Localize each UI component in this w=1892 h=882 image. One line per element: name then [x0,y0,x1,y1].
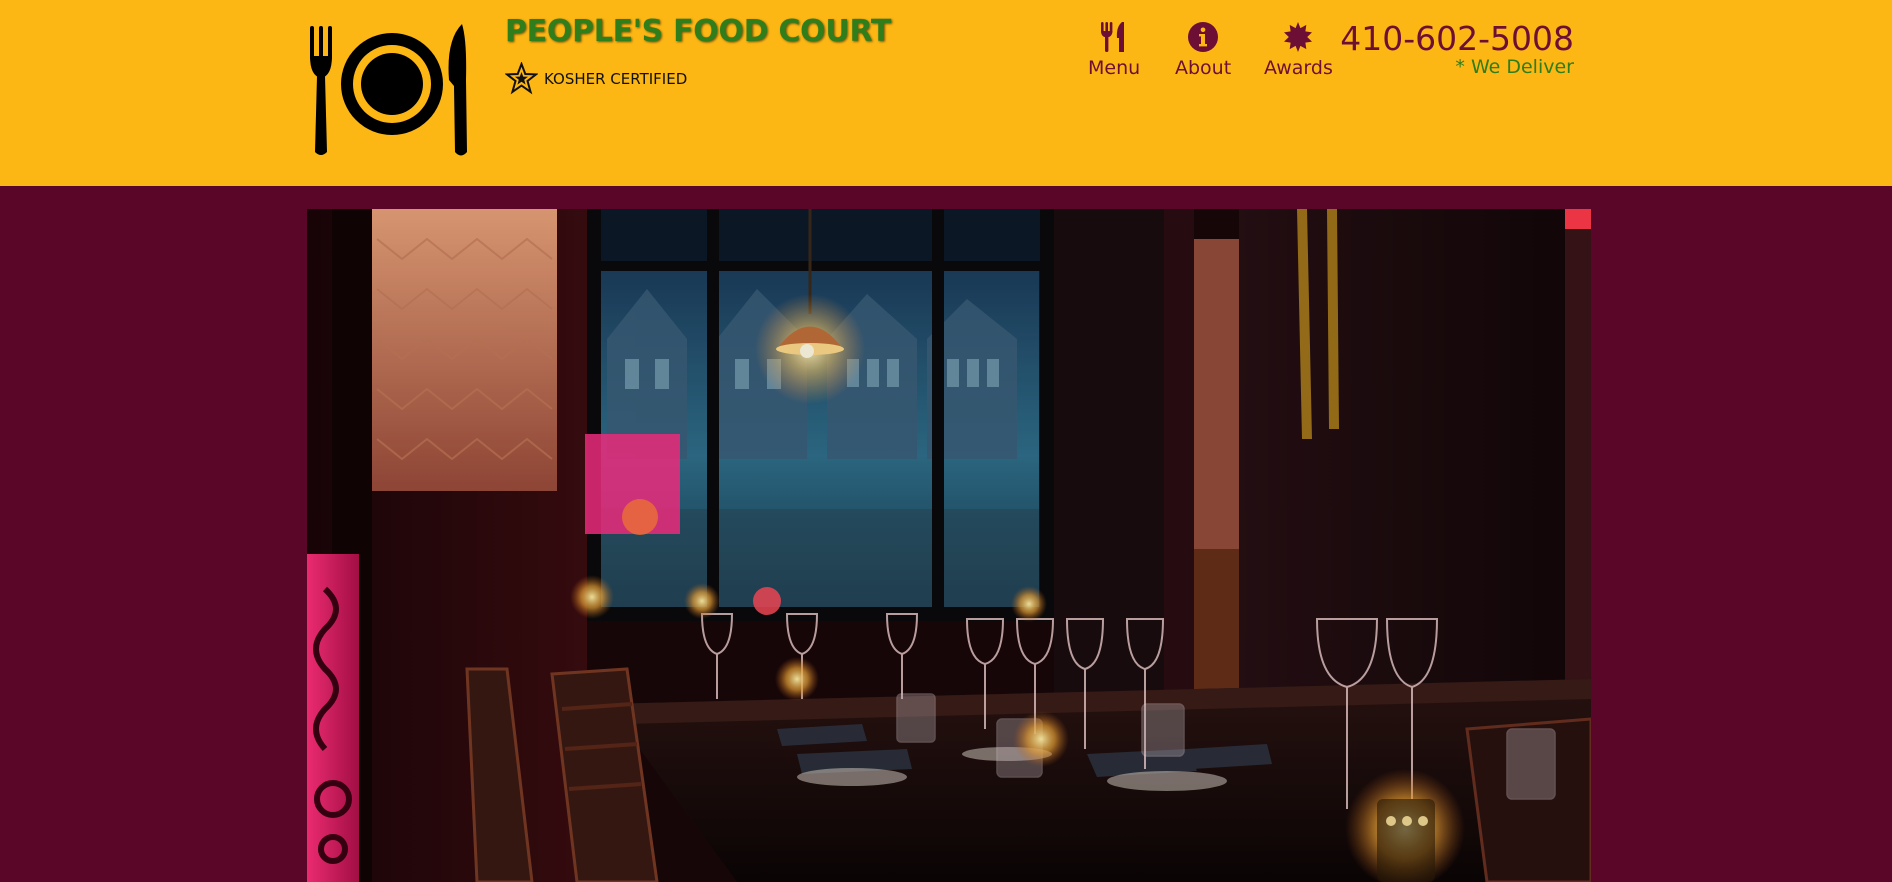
nav-awards-label: Awards [1264,57,1333,79]
info-circle-icon [1188,22,1219,52]
award-burst-icon [1284,22,1313,52]
nav-about-label: About [1175,57,1232,79]
kosher-badge: KOSHER CERTIFIED [505,62,687,95]
plate-fork-knife-icon[interactable] [306,20,478,160]
delivery-note: * We Deliver [1455,56,1574,78]
nav-awards[interactable]: Awards [1264,21,1333,79]
nav-menu-label: Menu [1088,57,1141,79]
site-header: PEOPLE'S FOOD COURT KOSHER CERTIFIED Men… [0,0,1892,186]
restaurant-interior-photo [307,209,1591,882]
nav-about[interactable]: About [1175,21,1231,79]
hero-image [307,209,1591,882]
phone-number[interactable]: 410-602-5008 [1340,19,1574,58]
utensils-icon [1101,22,1125,52]
site-title: PEOPLE'S FOOD COURT [505,14,892,49]
star-icon [505,62,538,95]
nav-menu[interactable]: Menu [1088,21,1140,79]
kosher-label: KOSHER CERTIFIED [544,69,688,88]
